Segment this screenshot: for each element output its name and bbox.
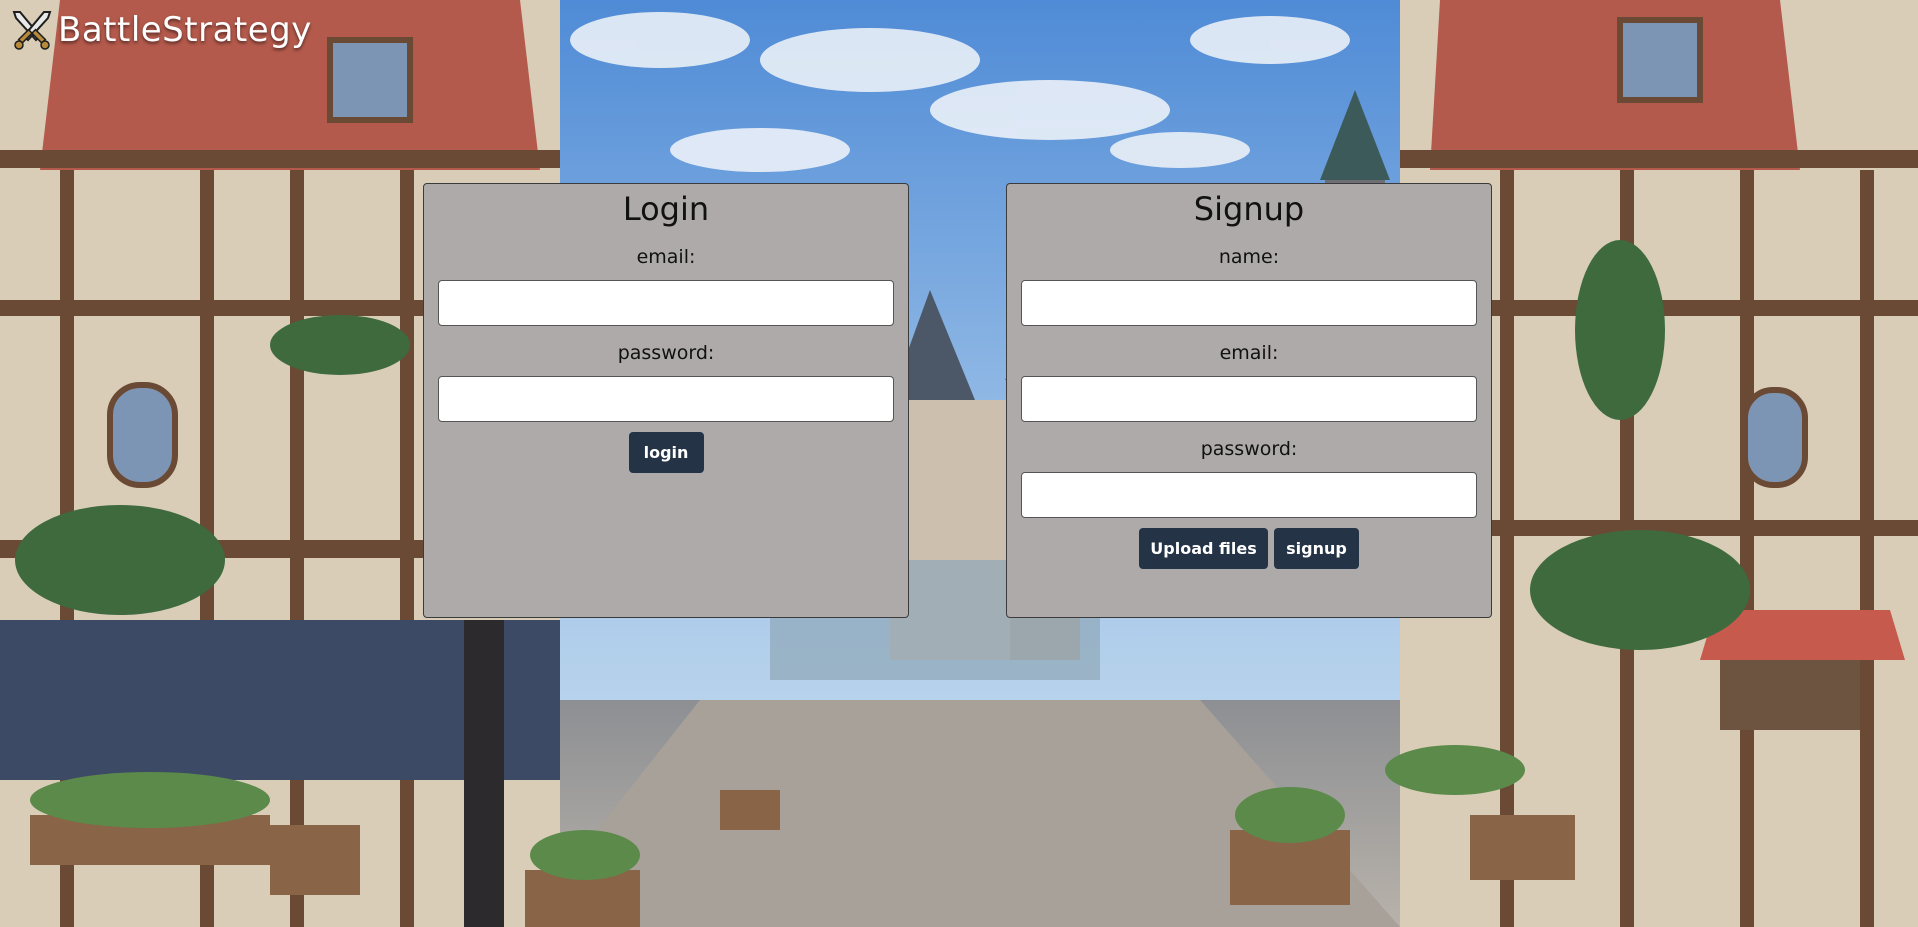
signup-email-label: email: — [1219, 342, 1279, 364]
signup-actions: Upload files signup — [1007, 528, 1491, 569]
login-password-input[interactable] — [438, 376, 894, 422]
login-button[interactable]: login — [628, 432, 704, 473]
background-town-scene — [0, 0, 1918, 927]
login-panel: Login email: password: login — [423, 183, 909, 618]
signup-title: Signup — [1193, 190, 1305, 228]
signup-password-input[interactable] — [1021, 472, 1477, 518]
signup-email-input[interactable] — [1021, 376, 1477, 422]
crossed-swords-icon — [10, 8, 54, 52]
login-actions: login — [424, 432, 908, 473]
login-password-label: password: — [617, 342, 715, 364]
signup-button[interactable]: signup — [1274, 528, 1359, 569]
login-title: Login — [622, 190, 710, 228]
signup-name-input[interactable] — [1021, 280, 1477, 326]
app-brand: BattleStrategy — [10, 6, 312, 54]
login-email-input[interactable] — [438, 280, 894, 326]
login-email-label: email: — [636, 246, 696, 268]
signup-name-label: name: — [1218, 246, 1280, 268]
app-title: BattleStrategy — [58, 10, 312, 50]
signup-password-label: password: — [1200, 438, 1298, 460]
signup-panel: Signup name: email: password: Upload fil… — [1006, 183, 1492, 618]
upload-files-button[interactable]: Upload files — [1139, 528, 1268, 569]
